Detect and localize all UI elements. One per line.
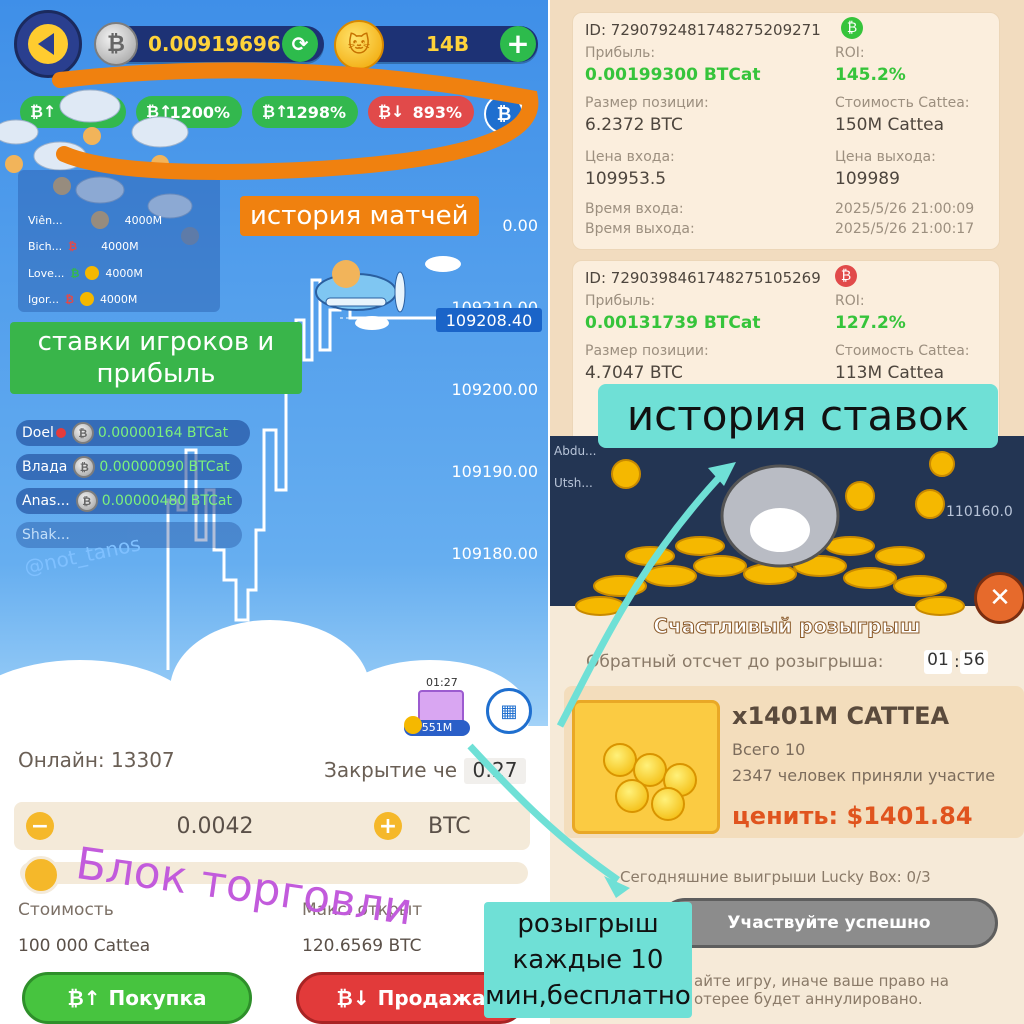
lottery-annotation: розыгрыш каждые 10 мин,бесплатно (484, 902, 692, 1018)
annotation-arrows (467, 462, 736, 898)
